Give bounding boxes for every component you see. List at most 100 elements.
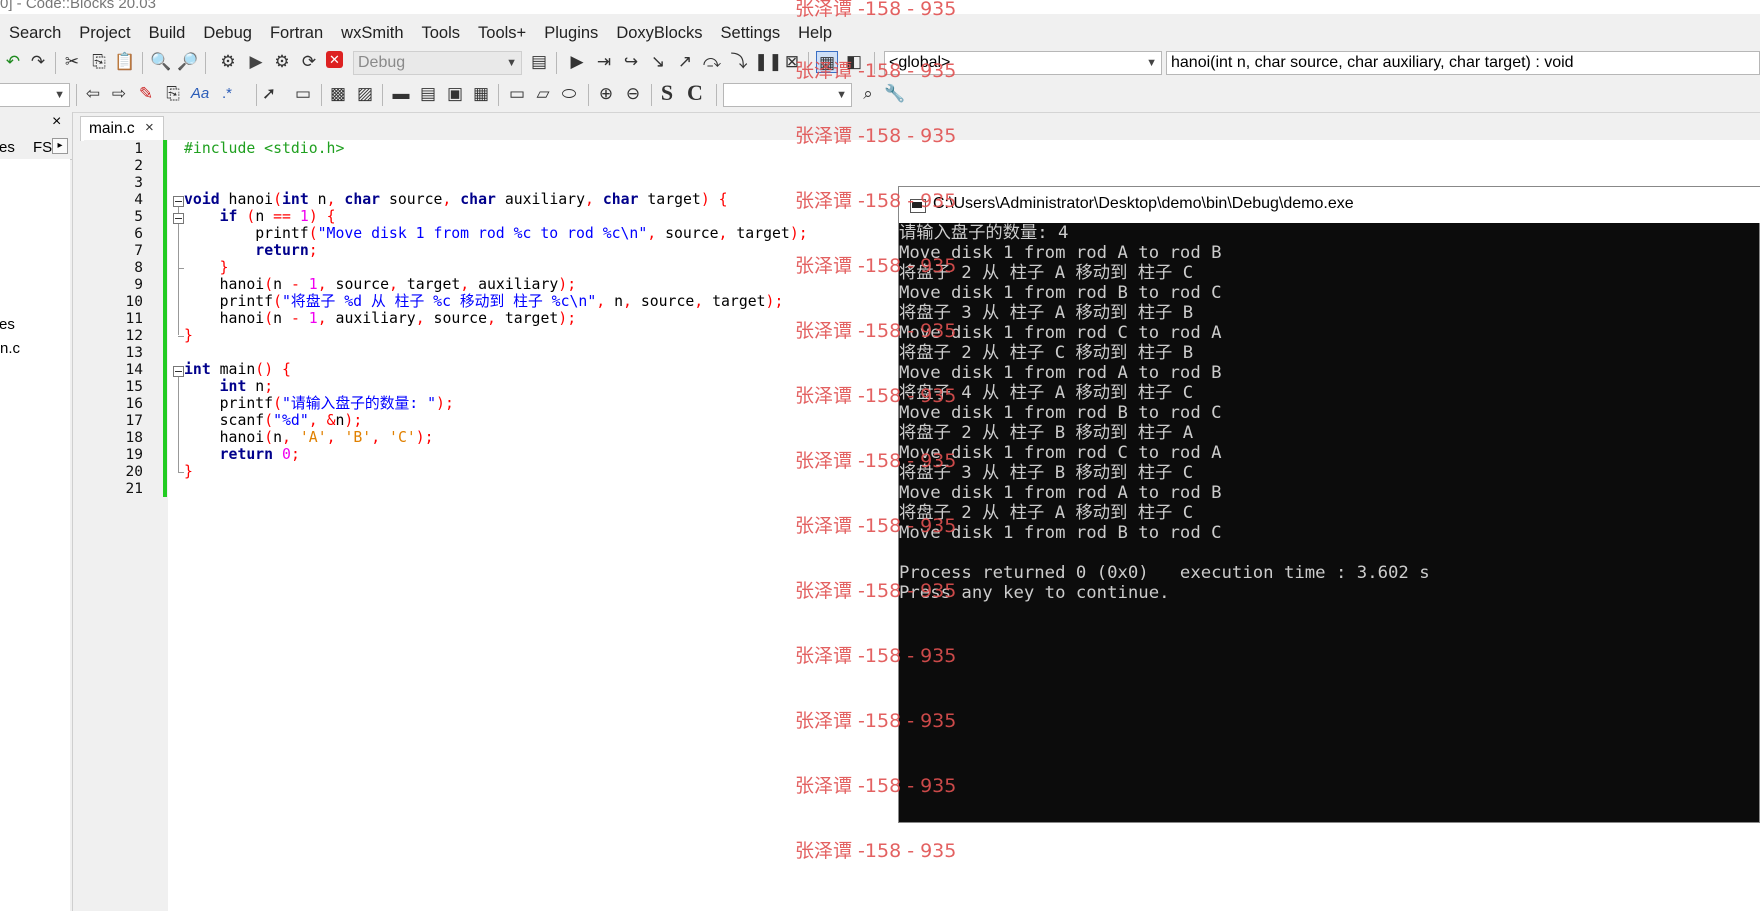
line-number: 10 <box>125 294 143 310</box>
step-instruction-icon[interactable]: ⤵ <box>728 51 750 73</box>
code-line: hanoi(n - 1, source, target, auxiliary); <box>184 276 577 293</box>
menu-wxsmith[interactable]: wxSmith <box>332 24 412 43</box>
back-icon[interactable]: ⇦ <box>82 83 104 105</box>
tree-item-main-c[interactable]: n.c <box>0 340 20 357</box>
redo-icon[interactable]: ↷ <box>27 51 49 73</box>
number: 0 <box>282 446 291 463</box>
console-title-bar[interactable]: C:\Users\Administrator\Desktop\demo\bin\… <box>899 187 1760 223</box>
code-line: return; <box>184 242 317 259</box>
console-output[interactable]: 请输入盘子的数量: 4 Move disk 1 from rod A to ro… <box>899 223 1760 823</box>
block-2-icon[interactable]: ▤ <box>417 83 439 105</box>
menu-tools-plus[interactable]: Tools+ <box>469 24 535 43</box>
operator: ( <box>264 412 274 429</box>
code-line: void hanoi(int n, char source, char auxi… <box>184 191 728 208</box>
keyword: if <box>219 208 238 225</box>
next-instruction-icon[interactable]: ⤼ <box>701 51 723 73</box>
forward-icon[interactable]: ⇨ <box>108 83 130 105</box>
console-window[interactable]: C:\Users\Administrator\Desktop\demo\bin\… <box>898 186 1760 823</box>
toolbar-separator <box>716 84 717 106</box>
operator: , <box>694 293 704 310</box>
run-to-cursor-icon[interactable]: ⇥ <box>593 51 615 73</box>
fold-toggle-if[interactable] <box>173 213 184 224</box>
menu-plugins[interactable]: Plugins <box>535 24 607 43</box>
watermark-text: 张泽谭 -158 - 935 <box>795 0 957 20</box>
block-1-icon[interactable]: ▬ <box>390 83 412 105</box>
menu-settings[interactable]: Settings <box>712 24 790 43</box>
menu-doxyblocks[interactable]: DoxyBlocks <box>607 24 711 43</box>
step-into-icon[interactable]: ↘ <box>647 51 669 73</box>
s-button[interactable]: S <box>656 82 678 104</box>
pause-icon[interactable]: ❚❚ <box>754 51 783 73</box>
menu-build[interactable]: Build <box>140 24 195 43</box>
line-number: 18 <box>125 430 143 446</box>
zoom-out-icon[interactable]: ⊖ <box>622 83 644 105</box>
operator: () { <box>255 361 291 378</box>
string-literal: "Move disk 1 from rod %c to rod %c\n" <box>317 225 648 242</box>
abort-icon[interactable]: ✕ <box>326 51 343 68</box>
cut-icon[interactable]: ✂ <box>61 51 83 73</box>
close-icon[interactable]: × <box>52 113 61 131</box>
operator: ( <box>246 208 256 225</box>
table-icon[interactable]: ▨ <box>354 83 376 105</box>
shape-2-icon[interactable]: ▱ <box>532 83 554 105</box>
menu-help[interactable]: Help <box>789 24 841 43</box>
build-run-icon[interactable]: ⚙ <box>271 51 293 73</box>
code-line: hanoi(n - 1, auxiliary, source, target); <box>184 310 577 327</box>
menu-search[interactable]: Search <box>0 24 70 43</box>
operator: - <box>290 310 300 327</box>
fold-toggle-hanoi[interactable] <box>173 196 184 207</box>
find-icon[interactable]: 🔍 <box>150 51 172 73</box>
paste-icon[interactable]: 📋 <box>114 51 136 73</box>
copy-icon[interactable]: ⎘ <box>88 51 110 73</box>
left-combo[interactable]: ▼ <box>0 83 70 107</box>
menu-fortran[interactable]: Fortran <box>261 24 332 43</box>
jump-icon[interactable]: ⎘ <box>162 83 184 105</box>
tab-main-c[interactable]: main.c × <box>80 116 164 141</box>
tree-item-sources[interactable]: es <box>0 316 15 333</box>
fold-toggle-main[interactable] <box>173 366 184 377</box>
shape-1-icon[interactable]: ▭ <box>506 83 528 105</box>
rectangle-icon[interactable]: ▭ <box>292 83 314 105</box>
c-button[interactable]: C <box>684 82 706 104</box>
build-target-select[interactable]: Debug ▼ <box>353 51 522 75</box>
operator: , <box>442 191 452 208</box>
regex-icon[interactable]: .* <box>216 83 238 105</box>
step-out-icon[interactable]: ↗ <box>674 51 696 73</box>
watermark-text: 张泽谭 -158 - 935 <box>795 645 957 667</box>
run-icon[interactable]: ▶ <box>245 51 267 73</box>
code-line: } <box>184 463 193 480</box>
menu-project[interactable]: Project <box>70 24 139 43</box>
string-literal: "将盘子 %d 从 柱子 %c 移动到 柱子 %c\n" <box>282 293 597 310</box>
menu-tools[interactable]: Tools <box>413 24 470 43</box>
rebuild-icon[interactable]: ⟳ <box>298 51 320 73</box>
wrench-icon[interactable]: 🔧 <box>884 83 906 105</box>
tab-fs[interactable]: FS <box>33 139 52 156</box>
menu-debug[interactable]: Debug <box>194 24 261 43</box>
replace-icon[interactable]: 🔎 <box>177 51 199 73</box>
tab-files[interactable]: es <box>0 139 15 156</box>
function-select[interactable]: hanoi(int n, char source, char auxiliary… <box>1166 51 1760 75</box>
operator: , <box>282 429 291 446</box>
operator: , <box>317 310 327 327</box>
build-list-icon[interactable]: ▤ <box>528 51 550 73</box>
goto-icon[interactable]: ⌕ <box>857 83 879 105</box>
zoom-in-icon[interactable]: ⊕ <box>595 83 617 105</box>
block-4-icon[interactable]: ▦ <box>470 83 492 105</box>
block-3-icon[interactable]: ▣ <box>444 83 466 105</box>
grid-icon[interactable]: ▩ <box>327 83 349 105</box>
toolbar2-select[interactable]: ▼ <box>723 83 852 107</box>
undo-icon[interactable]: ↶ <box>2 51 24 73</box>
highlight-pen-icon[interactable]: ✎ <box>135 83 157 105</box>
next-line-icon[interactable]: ↪ <box>620 51 642 73</box>
code-line: } <box>184 327 193 344</box>
line-number: 17 <box>125 413 143 429</box>
build-gear-icon[interactable]: ⚙ <box>217 51 239 73</box>
debug-start-icon[interactable]: ▶ <box>566 51 588 73</box>
close-icon[interactable]: × <box>145 119 154 136</box>
pointer-icon[interactable]: ➚ <box>258 83 280 105</box>
toolbar-separator <box>556 52 557 74</box>
shape-3-icon[interactable]: ⬭ <box>558 83 580 105</box>
tab-scroll-right-icon[interactable]: ▸ <box>52 138 68 154</box>
line-number: 14 <box>125 362 143 378</box>
match-case-icon[interactable]: Aa <box>189 83 211 105</box>
